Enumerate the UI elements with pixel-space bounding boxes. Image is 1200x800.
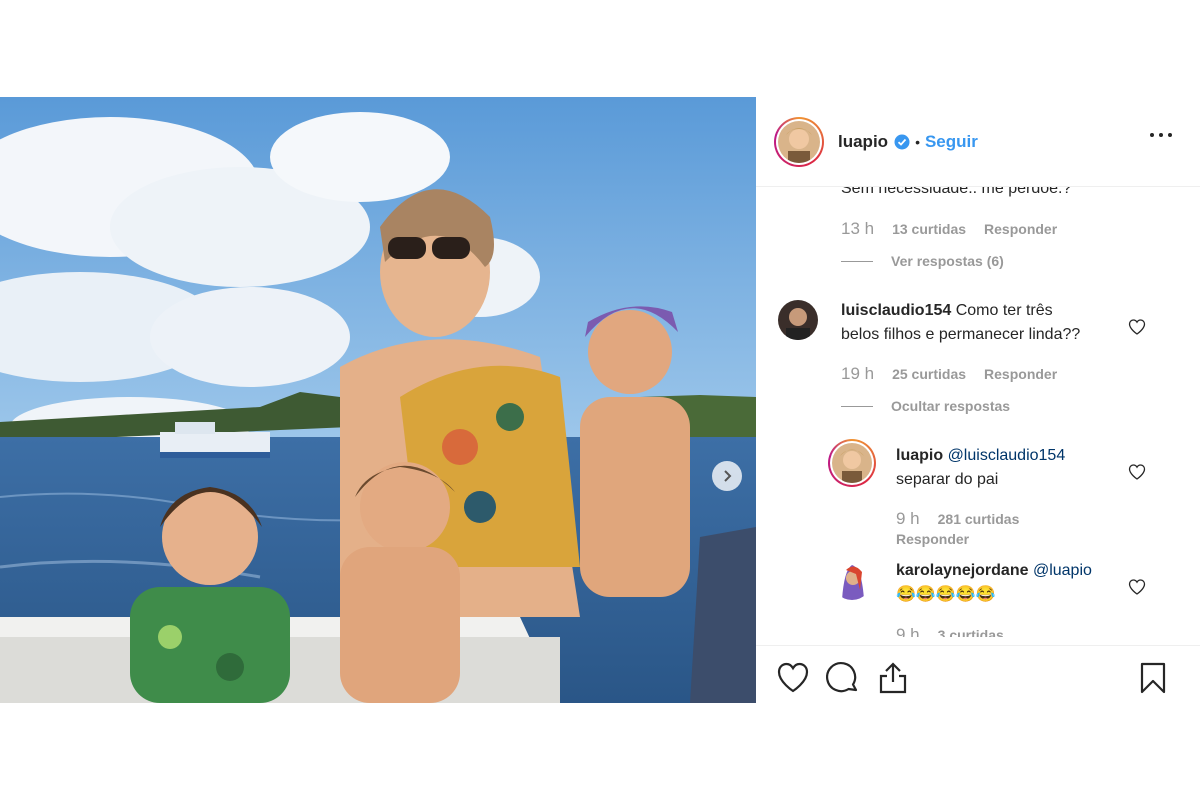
comment-time[interactable]: 19 h <box>841 364 874 384</box>
reply-button[interactable]: Responder <box>984 366 1057 382</box>
follow-button[interactable]: Seguir <box>925 132 978 152</box>
comment-username[interactable]: luisclaudio154 <box>841 302 951 319</box>
like-reply-heart-icon[interactable] <box>1128 464 1146 480</box>
comment-time[interactable]: 13 h <box>841 219 874 239</box>
like-reply-heart-icon[interactable] <box>1128 579 1146 595</box>
comment-meta: 19 h 25 curtidas Responder <box>841 364 1075 384</box>
reply-mention[interactable]: @luapio <box>1033 562 1092 579</box>
more-options-icon[interactable] <box>1150 133 1172 139</box>
reply-emojis: 😂😂😂😂😂 <box>896 586 996 603</box>
comment-meta: 13 h 13 curtidas Responder <box>841 219 1075 239</box>
comment-body: luisclaudio154 Como ter três belos filho… <box>841 299 1141 347</box>
avatar-image <box>832 560 872 600</box>
post-card: luapio • Seguir Sem necessidade.. me per… <box>0 97 1200 703</box>
reply-author-avatar[interactable] <box>828 439 876 487</box>
reply-time[interactable]: 9 h <box>896 625 920 637</box>
view-replies-toggle[interactable]: Ver respostas (6) <box>841 253 1004 269</box>
reply-username[interactable]: karolaynejordane <box>896 562 1029 579</box>
avatar-image <box>778 120 820 163</box>
next-photo-button[interactable] <box>712 461 742 491</box>
post-header: luapio • Seguir <box>756 97 1200 187</box>
comment-icon[interactable] <box>826 661 860 695</box>
comment-text-line2: belos filhos e permanecer linda?? <box>841 326 1081 343</box>
avatar-image <box>778 300 818 340</box>
comment-likes[interactable]: 13 curtidas <box>892 221 966 237</box>
post-photo[interactable] <box>0 97 756 703</box>
reply-button[interactable]: Responder <box>896 531 969 547</box>
reply-author-avatar[interactable] <box>832 560 872 600</box>
reply-body: karolaynejordane @luapio 😂😂😂😂😂 <box>896 559 1136 607</box>
beach-family-photo <box>0 97 756 703</box>
reply-text: separar do pai <box>896 471 999 488</box>
share-icon[interactable] <box>876 661 910 695</box>
avatar-image <box>832 443 872 483</box>
reply-time[interactable]: 9 h <box>896 509 920 529</box>
verified-icon <box>894 134 910 149</box>
post-side-panel: luapio • Seguir Sem necessidade.. me per… <box>756 97 1200 703</box>
heart-icon[interactable] <box>776 661 810 695</box>
view-replies-label: Ver respostas (6) <box>891 253 1004 269</box>
reply-body: luapio @luisclaudio154 separar do pai <box>896 444 1136 492</box>
comments-list[interactable]: Sem necessidade.. me perdoe.? 13 h 13 cu… <box>756 187 1200 637</box>
hide-replies-toggle[interactable]: Ocultar respostas <box>841 398 1010 414</box>
reply-actions: Responder <box>896 531 987 547</box>
reply-meta: 9 h 281 curtidas <box>896 509 1037 529</box>
author-username[interactable]: luapio <box>838 132 888 152</box>
post-action-bar <box>756 645 1200 703</box>
toggle-line <box>841 260 873 262</box>
chevron-right-icon <box>724 470 732 482</box>
reply-meta-partial: 9 h 3 curtidas <box>896 625 1022 637</box>
comment-text-line1: Como ter três <box>955 302 1053 319</box>
reply-mention[interactable]: @luisclaudio154 <box>948 447 1066 464</box>
comment-likes[interactable]: 25 curtidas <box>892 366 966 382</box>
toggle-line <box>841 405 873 407</box>
comment-text-partial: Sem necessidade.. me perdoe.? <box>841 187 1072 197</box>
reply-username[interactable]: luapio <box>896 447 943 464</box>
reply-likes[interactable]: 281 curtidas <box>938 511 1020 527</box>
like-comment-heart-icon[interactable] <box>1128 319 1146 335</box>
separator-dot: • <box>915 133 920 150</box>
hide-replies-label: Ocultar respostas <box>891 398 1011 414</box>
bookmark-icon[interactable] <box>1136 661 1170 695</box>
reply-button[interactable]: Responder <box>984 221 1057 237</box>
reply-likes[interactable]: 3 curtidas <box>938 627 1004 637</box>
commenter-avatar[interactable] <box>778 300 818 340</box>
author-avatar[interactable] <box>774 116 824 167</box>
